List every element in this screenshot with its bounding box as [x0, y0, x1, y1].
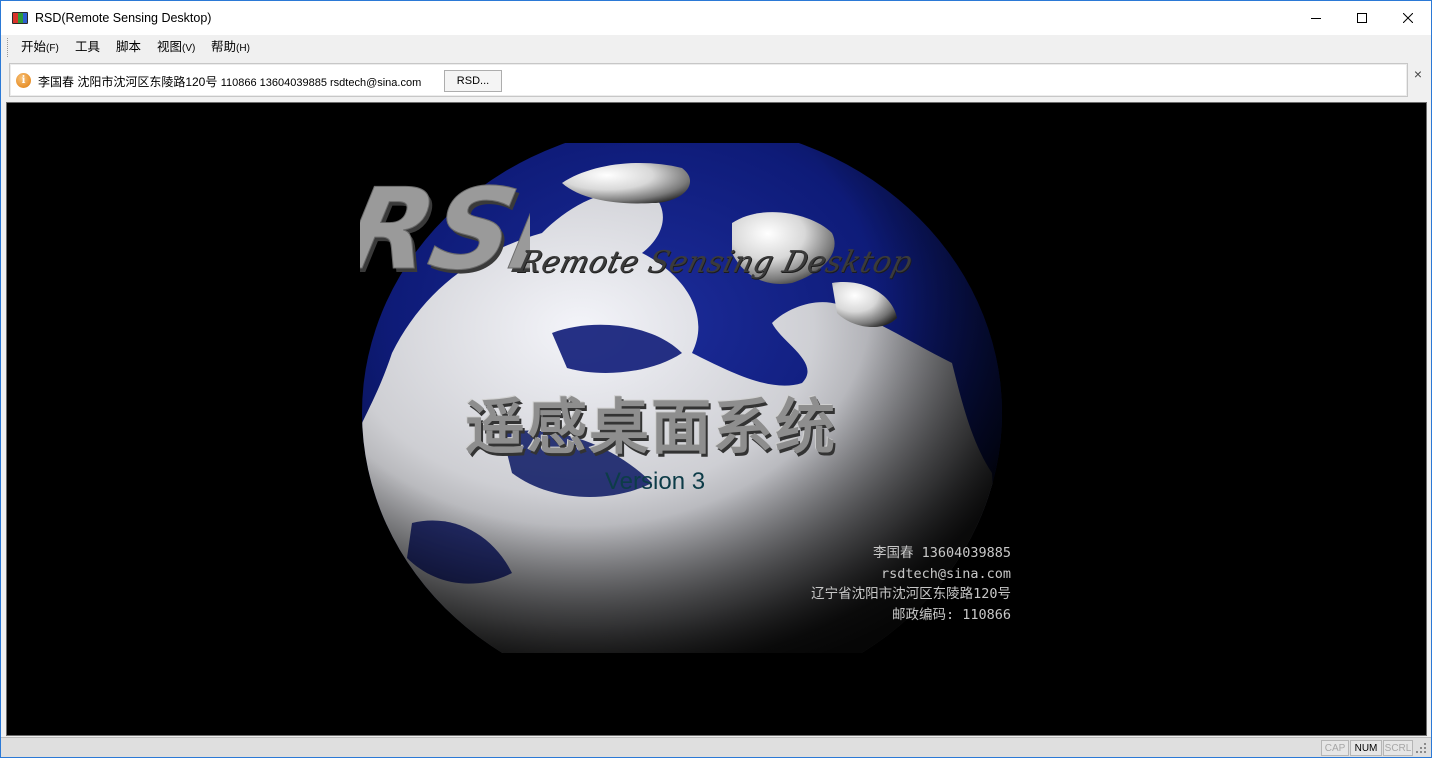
main-window: RSD(Remote Sensing Desktop) 开始(F) 工具 脚本 …: [0, 0, 1432, 758]
window-title: RSD(Remote Sensing Desktop): [35, 11, 212, 25]
contact-email: rsdtech@sina.com: [880, 565, 1011, 582]
maximize-button[interactable]: [1339, 1, 1385, 35]
status-bar: CAP NUM SCRL: [1, 737, 1431, 757]
resize-grip-icon[interactable]: [1415, 742, 1427, 754]
contact-name-phone: 李国春 13604039885: [872, 545, 1011, 561]
menu-help-label: 帮助: [211, 40, 237, 54]
menu-tools-label: 工具: [75, 40, 101, 54]
info-icon: i: [16, 73, 31, 88]
menu-start-hotkey: (F): [46, 43, 59, 54]
rsd-logo: RSD RSD: [360, 168, 530, 286]
menu-view-hotkey: (V): [182, 43, 196, 54]
close-icon: [1403, 13, 1413, 23]
menu-help-hotkey: (H): [236, 43, 250, 54]
rsd-app-icon: [12, 12, 28, 24]
infobar-close-icon[interactable]: ×: [1411, 66, 1425, 82]
menu-script-label: 脚本: [116, 40, 142, 54]
contact-postcode: 邮政编码: 110866: [891, 606, 1011, 623]
info-text-contact: 110866 13604039885 rsdtech@sina.com: [220, 77, 422, 89]
maximize-icon: [1357, 13, 1367, 23]
splash-canvas: RSD RSD Remote Sensing Desktop 遥感桌面系统 Ve…: [6, 102, 1427, 736]
info-text: 李国春 沈阳市沈河区东陵路120号 110866 13604039885 rsd…: [38, 73, 421, 90]
menu-help[interactable]: 帮助(H): [211, 39, 250, 56]
info-bar: i 李国春 沈阳市沈河区东陵路120号 110866 13604039885 r…: [9, 63, 1408, 97]
close-button[interactable]: [1385, 1, 1431, 35]
minimize-button[interactable]: [1293, 1, 1339, 35]
menu-bar: 开始(F) 工具 脚本 视图(V) 帮助(H): [1, 35, 1431, 60]
menu-start[interactable]: 开始(F): [21, 39, 59, 56]
status-cap: CAP: [1321, 740, 1349, 756]
splash-subtitle: Remote Sensing Desktop: [514, 245, 916, 280]
menu-view[interactable]: 视图(V): [157, 39, 195, 56]
menu-view-label: 视图: [157, 40, 183, 54]
toolbar-grip[interactable]: [7, 38, 10, 57]
rsd-button[interactable]: RSD...: [444, 70, 502, 92]
splash-title-cn: 遥感桌面系统: [465, 393, 837, 463]
contact-address: 辽宁省沈阳市沈河区东陵路120号: [811, 586, 1011, 602]
title-bar[interactable]: RSD(Remote Sensing Desktop): [1, 1, 1431, 35]
menu-tools[interactable]: 工具: [75, 39, 100, 56]
menu-start-label: 开始: [21, 40, 47, 54]
contact-block: 李国春 13604039885 rsdtech@sina.com 辽宁省沈阳市沈…: [811, 543, 1011, 625]
splash-version: Version 3: [605, 468, 706, 495]
minimize-icon: [1311, 18, 1321, 19]
info-text-main: 李国春 沈阳市沈河区东陵路120号: [38, 75, 218, 89]
menu-script[interactable]: 脚本: [116, 39, 141, 56]
status-num: NUM: [1350, 740, 1382, 756]
status-scrl: SCRL: [1383, 740, 1413, 756]
rsd-logo-text: RSD: [360, 168, 530, 286]
